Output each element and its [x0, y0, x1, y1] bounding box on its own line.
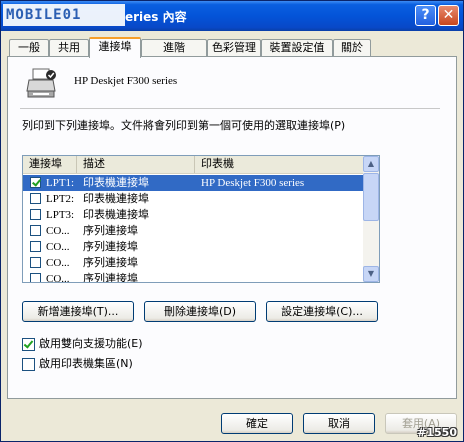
port-description: 印表機連接埠 [83, 208, 149, 221]
port-checkbox[interactable] [30, 177, 41, 188]
port-name: CO... [46, 257, 70, 269]
tab-device-settings[interactable]: 裝置設定值 [261, 39, 333, 57]
mobile01-logo: MOBILE01 [3, 4, 125, 26]
port-name: CO... [46, 225, 70, 237]
checkbox-box[interactable] [22, 338, 35, 351]
port-checkbox[interactable] [30, 257, 41, 268]
port-row[interactable]: CO... 序列連接埠 [23, 223, 363, 239]
add-port-button[interactable]: 新增連接埠(T)... [22, 301, 134, 322]
port-checkbox[interactable] [30, 241, 41, 252]
tab-sharing[interactable]: 共用 [49, 39, 89, 57]
port-checkbox[interactable] [30, 209, 41, 220]
port-row[interactable]: LPT2: 印表機連接埠 [23, 191, 363, 207]
separator [20, 108, 440, 109]
configure-port-button[interactable]: 設定連接埠(C)... [266, 301, 378, 322]
port-description: 印表機連接埠 [83, 176, 149, 189]
column-header-port[interactable]: 連接埠 [23, 156, 77, 173]
port-printer [201, 223, 361, 239]
port-checkbox[interactable] [30, 225, 41, 236]
port-row[interactable]: CO... 序列連接埠 [23, 255, 363, 271]
bidirectional-support-label: 啟用雙向支援功能(E) [39, 337, 143, 350]
port-printer [201, 255, 361, 271]
port-description: 序列連接埠 [83, 240, 138, 253]
tab-general[interactable]: 一般 [9, 39, 49, 57]
checkbox-box[interactable] [22, 358, 35, 371]
port-row[interactable]: CO... 序列連接埠 [23, 239, 363, 255]
tab-advanced[interactable]: 進階 [141, 39, 207, 57]
port-printer: HP Deskjet F300 series [201, 177, 305, 189]
ports-list[interactable]: 連接埠 描述 印表機 LPT1: 印表機連接埠 HP Deskjet F300 se… [22, 155, 380, 283]
port-name: CO... [46, 273, 70, 283]
port-row[interactable]: LPT3: 印表機連接埠 [23, 207, 363, 223]
scroll-thumb[interactable] [363, 173, 379, 221]
port-name: LPT1: [46, 177, 75, 189]
port-description: 序列連接埠 [83, 224, 138, 237]
port-row[interactable]: LPT1: 印表機連接埠 HP Deskjet F300 series [23, 175, 363, 191]
window-title: eries 內容 [125, 10, 187, 24]
cancel-button[interactable]: 取消 [303, 413, 375, 434]
watermark-text: #1550 [417, 426, 457, 439]
help-button[interactable]: ? [415, 5, 436, 26]
port-checkbox[interactable] [30, 193, 41, 204]
scroll-up-icon[interactable]: ▲ [363, 156, 379, 172]
column-header-description[interactable]: 描述 [77, 156, 195, 173]
tab-ports[interactable]: 連接埠 [89, 37, 141, 58]
port-description: 印表機連接埠 [83, 192, 149, 205]
ok-button[interactable]: 確定 [221, 413, 293, 434]
vertical-scrollbar[interactable]: ▲ ▼ [363, 156, 379, 282]
port-printer [201, 207, 361, 223]
printer-properties-dialog: MOBILE01 eries 內容 ? ✕ 一般 共用 連接埠 進階 色彩管理 … [0, 0, 464, 442]
tab-color-management[interactable]: 色彩管理 [207, 39, 261, 57]
printer-name: HP Deskjet F300 series [74, 75, 178, 87]
port-row[interactable]: CO... 序列連接埠 [23, 271, 363, 283]
close-button[interactable]: ✕ [438, 5, 459, 26]
port-printer [201, 191, 361, 207]
column-header-printer[interactable]: 印表機 [195, 156, 363, 173]
port-name: CO... [46, 241, 70, 253]
port-printer [201, 271, 361, 282]
scroll-down-icon[interactable]: ▼ [363, 266, 379, 282]
delete-port-button[interactable]: 刪除連接埠(D) [144, 301, 256, 322]
title-bar[interactable]: MOBILE01 eries 內容 ? ✕ [1, 1, 463, 31]
tab-about[interactable]: 關於 [333, 39, 371, 57]
port-description: 序列連接埠 [83, 256, 138, 269]
printer-icon [26, 68, 56, 98]
ports-description: 列印到下列連接埠。文件將會列印到第一個可使用的選取連接埠(P) [22, 119, 346, 132]
port-checkbox[interactable] [30, 273, 41, 282]
port-printer [201, 239, 361, 255]
port-name: LPT3: [46, 209, 75, 221]
printer-pooling-label: 啟用印表機集區(N) [39, 357, 133, 370]
port-description: 序列連接埠 [83, 272, 138, 283]
list-header: 連接埠 描述 印表機 [23, 156, 363, 174]
ports-panel: HP Deskjet F300 series 列印到下列連接埠。文件將會列印到第… [7, 56, 457, 399]
port-name: LPT2: [46, 193, 75, 205]
